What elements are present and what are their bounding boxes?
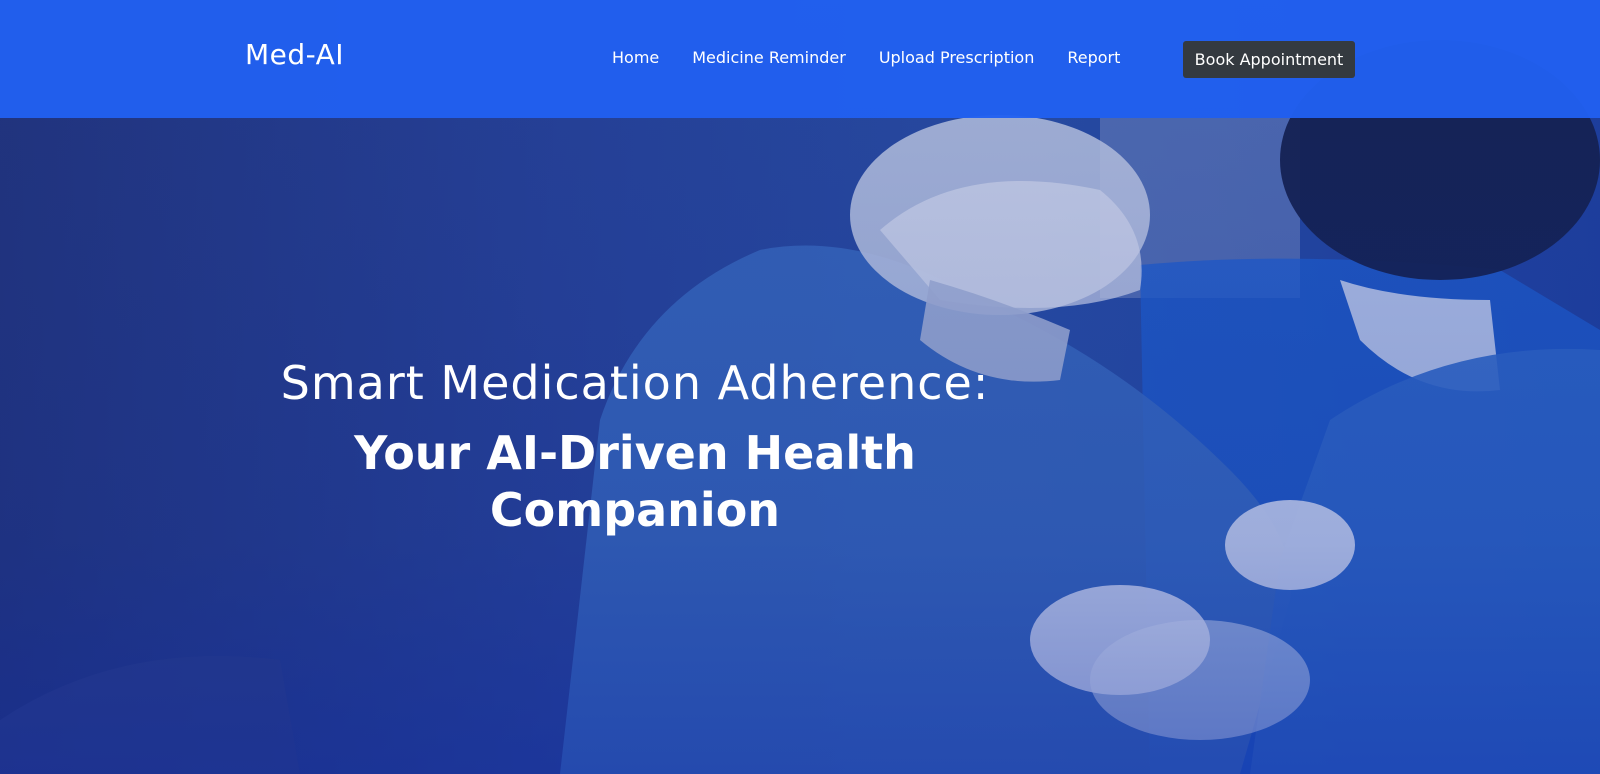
hero-title: Smart Medication Adherence: <box>280 356 990 410</box>
hero-headline: Smart Medication Adherence: Your AI-Driv… <box>230 355 1040 540</box>
hero-subtitle: Your AI-Driven Health Companion <box>354 425 916 538</box>
main-nav: Home Medicine Reminder Upload Prescripti… <box>612 48 1153 67</box>
page: Med-AI Home Medicine Reminder Upload Pre… <box>0 0 1600 774</box>
nav-link-upload-prescription[interactable]: Upload Prescription <box>879 48 1035 67</box>
brand-logo[interactable]: Med-AI <box>245 38 344 71</box>
nav-link-report[interactable]: Report <box>1067 48 1120 67</box>
nav-link-medicine-reminder[interactable]: Medicine Reminder <box>692 48 846 67</box>
site-header: Med-AI Home Medicine Reminder Upload Pre… <box>0 0 1600 118</box>
book-appointment-button[interactable]: Book Appointment <box>1183 41 1355 78</box>
nav-link-home[interactable]: Home <box>612 48 659 67</box>
